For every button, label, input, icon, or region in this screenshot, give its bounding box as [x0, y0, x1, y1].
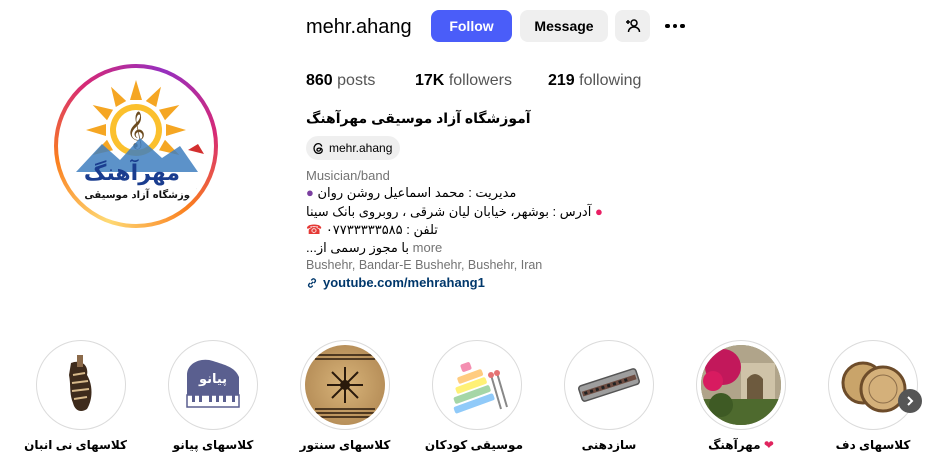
person-emoji-icon: ●: [306, 185, 314, 200]
profile-avatar[interactable]: 𝄞 مهرآهنگ آموزشگاه آزاد موسیقی: [54, 64, 218, 228]
highlight-piano[interactable]: پیانو کلاسهای پیانو: [167, 340, 259, 452]
highlight-label: موسیقی کودکان: [424, 438, 523, 452]
piano-image: پیانو: [173, 345, 253, 425]
highlight-label: سازدهنی: [581, 438, 637, 452]
posts-stat: 860 posts: [306, 72, 375, 90]
posts-count: 860: [306, 72, 333, 89]
profile-website-link[interactable]: youtube.com/mehrahang1: [306, 275, 485, 290]
bio-line-manager: ● مدیریت : محمد اسماعیل روشن روان: [306, 185, 517, 200]
avatar-subtitle: آموزشگاه آزاد موسیقی: [84, 188, 200, 201]
heart-emoji-icon: ❤: [763, 438, 774, 452]
highlight-label: کلاسهای پیانو: [172, 438, 254, 452]
highlight-label: کلاسهای نی انبان: [24, 438, 127, 452]
more-options-button[interactable]: [660, 10, 690, 42]
piano-image-text: پیانو: [198, 372, 227, 387]
suggest-accounts-button[interactable]: [615, 10, 650, 42]
website-url: youtube.com/mehrahang1: [323, 275, 485, 290]
highlight-ney-anban[interactable]: کلاسهای نی انبان: [24, 340, 127, 452]
bio-more-link[interactable]: more: [413, 240, 443, 255]
santoor-image: [305, 345, 385, 425]
follow-button[interactable]: Follow: [431, 10, 512, 42]
posts-label: posts: [337, 72, 376, 89]
followers-label: followers: [448, 72, 512, 89]
highlight-label: کلاسهای سنتور: [299, 438, 391, 452]
highlight-kids-music[interactable]: موسیقی کودکان: [424, 340, 523, 452]
threads-link[interactable]: mehr.ahang: [306, 136, 401, 160]
highlight-label: کلاسهای دف: [835, 438, 911, 452]
followers-stat[interactable]: 17K followers: [415, 72, 512, 90]
profile-category: Musician/band: [306, 168, 390, 183]
person-plus-icon: [625, 19, 640, 33]
following-stat[interactable]: 219 following: [548, 72, 641, 90]
bio-line-address: آدرس : بوشهر، خیابان لیان شرقی ، روبروی …: [306, 204, 603, 219]
chain-link-icon: [307, 277, 317, 288]
phone-emoji-icon: ☎: [306, 222, 323, 237]
highlight-santoor[interactable]: کلاسهای سنتور: [299, 340, 391, 452]
three-dots-icon: [665, 23, 670, 29]
highlight-harmonica[interactable]: سازدهنی: [563, 340, 655, 452]
xylophone-image: [437, 345, 517, 425]
highlight-mehrahang[interactable]: ❤ مهرآهنگ: [695, 340, 787, 452]
ney-anban-image: [41, 345, 121, 425]
highlight-label: ❤ مهرآهنگ: [708, 438, 774, 452]
harmonica-image: [569, 345, 649, 425]
message-button[interactable]: Message: [520, 10, 608, 42]
avatar-logo: 𝄞 مهرآهنگ آموزشگاه آزاد موسیقی: [62, 72, 210, 220]
bio-line-phone: ☎ تلفن : ۰۷۷۳۳۳۳۳۵۸۵: [306, 222, 438, 237]
bio-line-license: با مجوز رسمی از... more: [306, 240, 443, 255]
following-label: following: [579, 72, 642, 89]
profile-full-name: آموزشگاه آزاد موسیقی مهرآهنگ: [306, 110, 531, 126]
threads-handle: mehr.ahang: [329, 141, 393, 155]
threads-icon: [313, 142, 323, 154]
building-image: [701, 345, 781, 425]
highlights-next-button[interactable]: [898, 389, 922, 413]
avatar-title: مهرآهنگ: [84, 158, 180, 186]
pin-emoji-icon: ●: [594, 204, 603, 219]
profile-location: Bushehr, Bandar-E Bushehr, Bushehr, Iran: [306, 258, 543, 272]
chevron-right-icon: [907, 396, 914, 406]
daf-image: [833, 345, 913, 425]
profile-username: mehr.ahang: [306, 16, 412, 38]
followers-count: 17K: [415, 72, 445, 89]
following-count: 219: [548, 72, 575, 89]
